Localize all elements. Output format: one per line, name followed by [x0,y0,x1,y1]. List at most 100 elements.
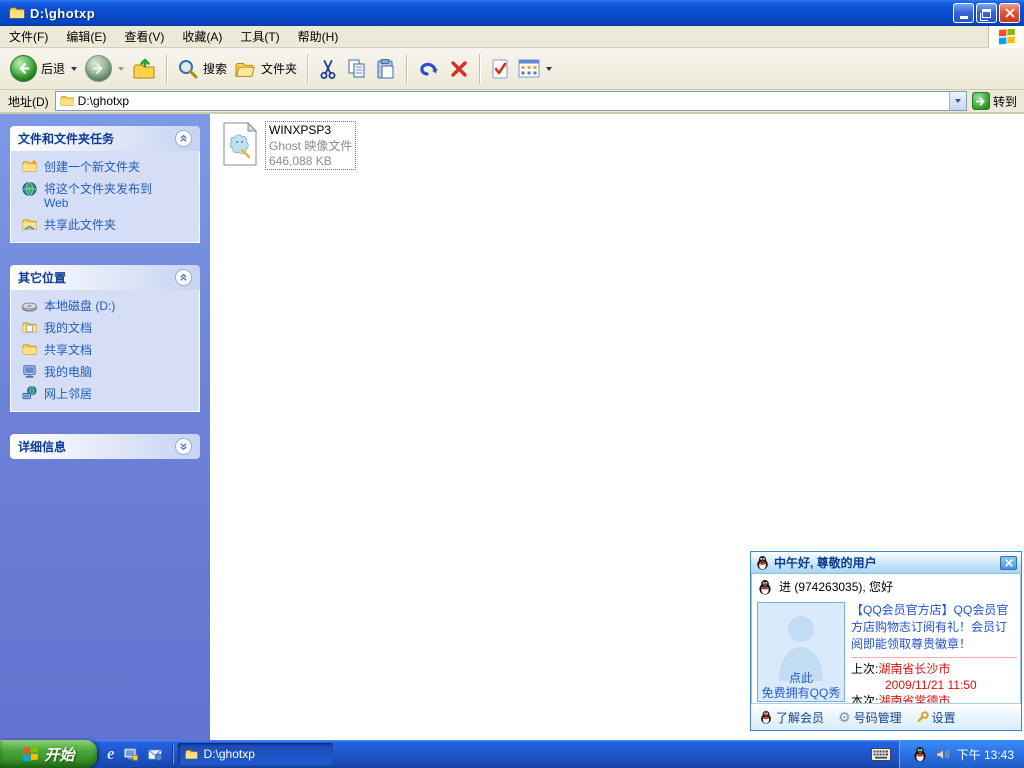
address-dropdown-button[interactable] [949,92,966,110]
panel-title: 文件和文件夹任务 [18,130,114,147]
address-bar: 地址(D) D:\ghotxp 转到 [0,90,1024,114]
close-icon [1005,8,1015,18]
forward-icon [85,55,112,82]
place-local-disk[interactable]: 本地磁盘 (D:) [21,298,195,313]
panel-file-tasks-header[interactable]: 文件和文件夹任务 [10,126,200,151]
qq-last-label: 上次: [851,662,878,676]
qq-popup-title: 中午好, 尊敬的用户 [774,554,1000,571]
collapse-button[interactable] [175,130,192,147]
qq-link-member[interactable]: 了解会员 [759,709,824,726]
place-my-computer[interactable]: 我的电脑 [21,364,195,379]
panel-details: 详细信息 [10,434,200,459]
delete-button[interactable] [445,57,473,81]
qq-greeting-row: 进 (974263035), 您好 [751,574,1021,599]
place-network[interactable]: 网上邻居 [21,386,195,401]
search-button[interactable]: 搜索 [173,56,231,82]
wrench-icon [916,711,929,724]
menu-bar: 文件(F) 编辑(E) 查看(V) 收藏(A) 工具(T) 帮助(H) [0,26,1024,48]
task-label: 将这个文件夹发布到 Web [44,181,174,210]
qq-close-button[interactable] [1000,556,1017,570]
disk-icon [21,298,38,312]
panel-details-header[interactable]: 详细信息 [10,434,200,459]
qq-member-icon [759,710,773,724]
show-desktop-icon[interactable] [123,747,139,762]
up-folder-icon [132,57,156,81]
quick-launch: e [97,740,173,768]
window-titlebar[interactable]: D:\ghotxp [0,0,1024,26]
address-value[interactable]: D:\ghotxp [78,94,949,108]
qq-avatar-line1: 点此 [789,671,813,686]
copy-button[interactable] [342,56,372,82]
ghost-file-icon [222,122,258,166]
start-label: 开始 [44,744,74,765]
menu-edit[interactable]: 编辑(E) [57,25,115,48]
go-button[interactable]: 转到 [967,90,1022,112]
shared-folder-icon [21,217,38,232]
qq-link-account[interactable]: ⚙ 号码管理 [838,709,902,726]
paste-icon [376,58,396,80]
restore-button[interactable] [976,3,997,23]
views-button[interactable] [514,57,556,80]
documents-folder-icon [21,320,38,335]
taskbar-task-dghotxp[interactable]: D:\ghotxp [178,743,333,765]
volume-icon[interactable] [935,747,950,762]
panel-other-places-header[interactable]: 其它位置 [10,265,200,290]
windows-logo-icon [22,747,39,762]
network-icon [21,386,38,401]
expand-button[interactable] [175,438,192,455]
address-combobox[interactable]: D:\ghotxp [55,91,967,111]
qq-popup-titlebar[interactable]: 中午好, 尊敬的用户 [751,552,1021,574]
search-icon [177,58,199,80]
qq-penguin-icon [755,555,770,570]
start-button[interactable]: 开始 [0,740,97,768]
close-button[interactable] [999,3,1020,23]
menu-tools[interactable]: 工具(T) [231,25,288,48]
folders-button[interactable]: 文件夹 [231,57,301,81]
menu-favorites[interactable]: 收藏(A) [173,25,231,48]
qq-link-settings[interactable]: 设置 [916,709,956,726]
keyboard-icon[interactable] [871,748,891,761]
folder-icon [8,5,26,21]
task-create-folder[interactable]: 创建一个新文件夹 [21,159,195,174]
task-publish-web[interactable]: 将这个文件夹发布到 Web [21,181,195,210]
file-text-block[interactable]: WINXPSP3 Ghost 映像文件 646,088 KB [266,122,355,169]
menu-view[interactable]: 查看(V) [115,25,173,48]
qq-last-time: 2009/11/21 11:50 [851,677,1017,693]
chevron-up-icon [179,134,188,143]
ie-icon[interactable]: e [107,746,115,762]
task-share-folder[interactable]: 共享此文件夹 [21,217,195,232]
computer-icon [21,364,38,379]
qq-tray-icon[interactable] [912,746,928,762]
place-label: 我的电脑 [44,364,92,379]
minimize-button[interactable] [953,3,974,23]
undo-button[interactable] [413,56,445,82]
clock[interactable]: 下午 13:43 [957,746,1014,763]
address-label: 地址(D) [2,93,55,110]
menu-help[interactable]: 帮助(H) [289,25,348,48]
copy-icon [346,58,368,80]
file-tile-winxpsp3[interactable]: WINXPSP3 Ghost 映像文件 646,088 KB [222,122,372,169]
qq-avatar-box[interactable]: 点此 免费拥有QQ秀 [757,602,845,702]
forward-button[interactable] [81,53,128,84]
chevron-up-icon [179,273,188,282]
dropdown-arrow-icon [955,99,961,103]
place-my-documents[interactable]: 我的文档 [21,320,195,335]
views-dropdown-icon [546,67,552,71]
up-button[interactable] [128,55,160,83]
back-button[interactable]: 后退 [6,53,81,84]
qq-ad-text[interactable]: 【QQ会员官方店】QQ会员官方店购物志订阅有礼！会员订阅即能领取尊贵徽章！ [851,602,1017,653]
file-size: 646,088 KB [269,154,352,168]
place-label: 本地磁盘 (D:) [44,298,115,313]
panel-title: 详细信息 [18,438,66,455]
go-label: 转到 [993,93,1017,110]
place-shared-documents[interactable]: 共享文档 [21,342,195,357]
folder-icon [21,342,38,357]
menu-file[interactable]: 文件(F) [0,25,57,48]
system-tray: 下午 13:43 [899,740,1024,768]
collapse-button[interactable] [175,269,192,286]
checkmark-doc-icon [490,58,510,80]
paste-button[interactable] [372,56,400,82]
cut-button[interactable] [314,56,342,82]
outlook-icon[interactable] [147,747,163,762]
checkmark-doc-button[interactable] [486,56,514,82]
